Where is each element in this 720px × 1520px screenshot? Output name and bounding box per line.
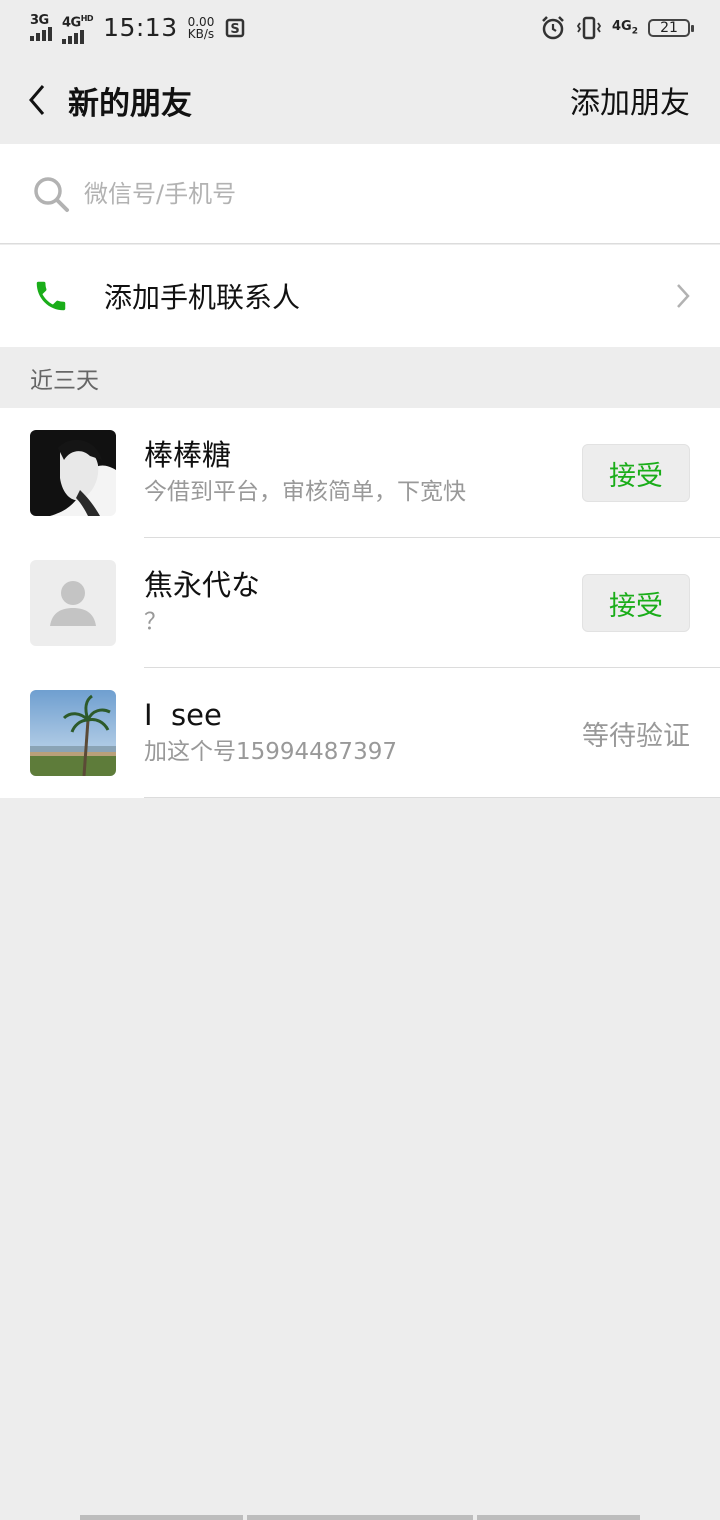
list-item[interactable]: 焦永代な ？ 接受 bbox=[0, 538, 720, 668]
signal-bars-icon bbox=[30, 27, 52, 42]
status-left: 3G 4GHD 15:13 0.00 KB/s S bbox=[30, 12, 246, 44]
page-title: 新的朋友 bbox=[68, 85, 192, 122]
svg-text:S: S bbox=[231, 22, 240, 37]
request-texts: 棒棒糖 今借到平台，审核简单，下宽快 bbox=[144, 437, 582, 509]
request-name: I see bbox=[144, 698, 222, 732]
avatar bbox=[30, 430, 116, 516]
gesture-bar-left bbox=[80, 1515, 243, 1520]
alarm-icon bbox=[542, 16, 564, 40]
signal-4g-label: 4GHD bbox=[62, 14, 94, 31]
divider bbox=[144, 797, 720, 798]
search-icon bbox=[34, 176, 69, 212]
network-speed: 0.00 KB/s bbox=[187, 14, 215, 41]
status-bar: 3G 4GHD 15:13 0.00 KB/s S 4G2 21 bbox=[0, 0, 720, 56]
pending-status: 等待验证 bbox=[582, 720, 690, 752]
screenshot-icon: S bbox=[226, 18, 245, 38]
search-bar[interactable] bbox=[0, 144, 720, 244]
request-texts: 焦永代な ？ bbox=[144, 567, 582, 639]
search-input[interactable] bbox=[82, 178, 646, 209]
chevron-right-icon bbox=[677, 284, 690, 308]
battery-icon: 21 bbox=[648, 19, 694, 37]
add-phone-contacts-row[interactable]: 添加手机联系人 bbox=[0, 245, 720, 347]
lte-indicator: 4G2 bbox=[612, 19, 638, 37]
section-header: 近三天 bbox=[0, 347, 720, 408]
battery-level: 21 bbox=[660, 20, 678, 36]
phone-icon bbox=[36, 281, 66, 311]
signal-3g-label: 3G bbox=[30, 13, 49, 29]
request-name: 棒棒糖 bbox=[144, 438, 232, 472]
request-texts: I see 加这个号15994487397 bbox=[144, 697, 582, 769]
screen: 3G 4GHD 15:13 0.00 KB/s S 4G2 21 新的朋友 添加… bbox=[0, 0, 720, 1520]
request-name: 焦永代な bbox=[144, 568, 261, 602]
nav-bar: 新的朋友 添加朋友 bbox=[0, 56, 720, 144]
signal-4g: 4GHD bbox=[62, 12, 94, 44]
default-avatar-icon bbox=[30, 560, 116, 646]
gesture-bar-right bbox=[477, 1515, 640, 1520]
gesture-bar-center bbox=[247, 1515, 473, 1520]
friend-request-list: 棒棒糖 今借到平台，审核简单，下宽快 接受 焦永代な ？ 接受 I see 加这… bbox=[0, 408, 720, 798]
back-button[interactable] bbox=[22, 80, 52, 120]
back-arrow-icon bbox=[29, 85, 45, 115]
list-item[interactable]: 棒棒糖 今借到平台，审核简单，下宽快 接受 bbox=[0, 408, 720, 538]
signal-bars-icon bbox=[62, 29, 84, 44]
status-right: 4G2 21 bbox=[540, 15, 694, 41]
add-phone-contacts-label: 添加手机联系人 bbox=[104, 281, 301, 314]
accept-button[interactable]: 接受 bbox=[582, 574, 690, 632]
request-message: 今借到平台，审核简单，下宽快 bbox=[144, 479, 466, 505]
list-item[interactable]: I see 加这个号15994487397 等待验证 bbox=[0, 668, 720, 798]
request-message: 加这个号15994487397 bbox=[144, 739, 397, 765]
clock: 15:13 bbox=[103, 13, 178, 43]
avatar bbox=[30, 560, 116, 646]
add-friend-button[interactable]: 添加朋友 bbox=[570, 78, 690, 122]
request-message: ？ bbox=[144, 609, 167, 635]
avatar bbox=[30, 690, 116, 776]
vibrate-icon bbox=[576, 16, 602, 40]
signal-3g: 3G bbox=[30, 13, 52, 42]
accept-button[interactable]: 接受 bbox=[582, 444, 690, 502]
